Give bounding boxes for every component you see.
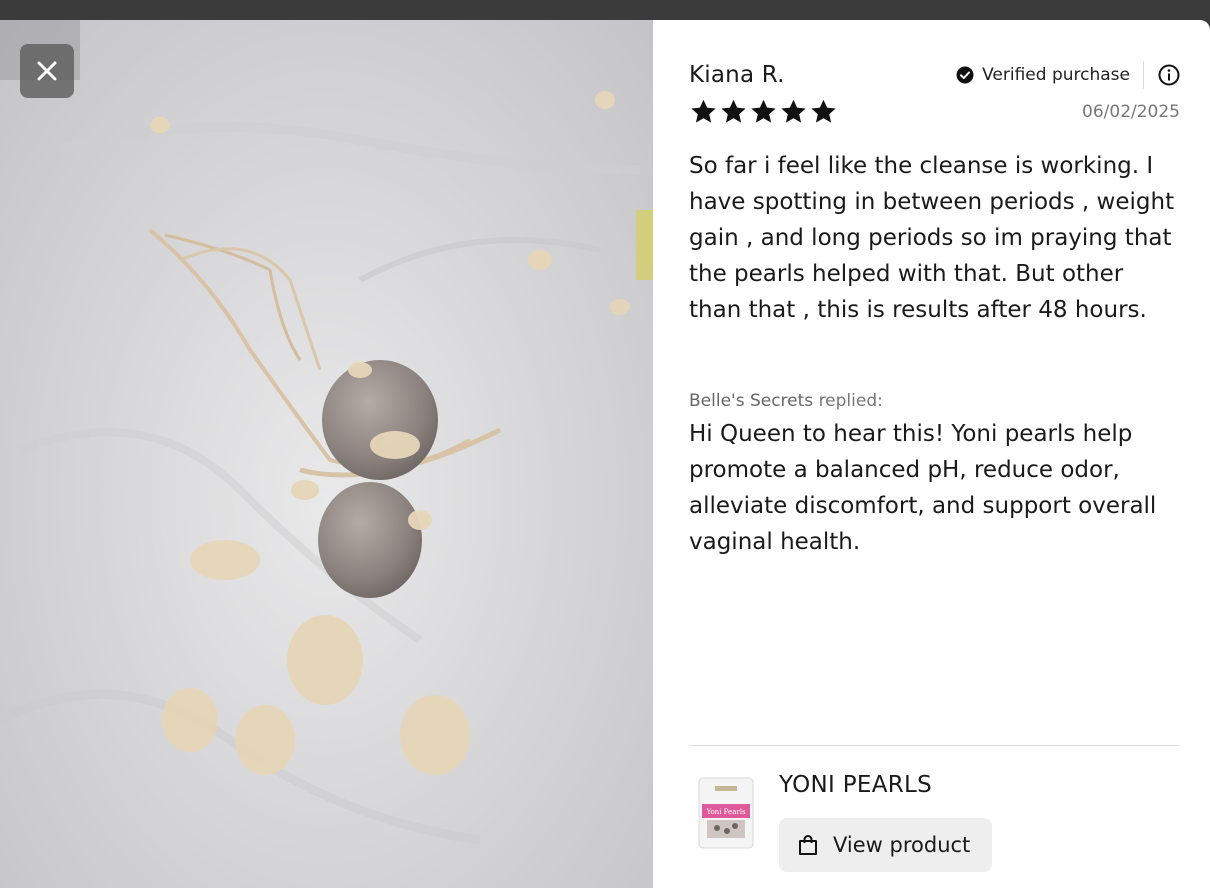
review-header: Kiana R. Verified purchase (689, 58, 1180, 92)
product-name: YONI PEARLS (779, 772, 933, 798)
review-panel: Kiana R. Verified purchase 06/02/2025 So… (653, 20, 1210, 888)
star-icon (781, 99, 806, 123)
review-modal: Kiana R. Verified purchase 06/02/2025 So… (0, 20, 1210, 888)
review-photo-image (0, 20, 653, 845)
review-photo (0, 20, 653, 888)
reviewer-name: Kiana R. (689, 62, 785, 88)
star-icon (721, 99, 746, 123)
product-thumbnail-title: Yoni Pearls (705, 808, 745, 816)
star-icon (811, 99, 836, 123)
view-product-button[interactable]: View product (779, 818, 992, 872)
star-icon (691, 99, 716, 123)
reply-suffix: replied: (818, 391, 883, 411)
star-rating (689, 98, 838, 126)
product-thumbnail[interactable]: Yoni Pearls (689, 776, 761, 852)
close-icon (37, 61, 57, 81)
shopping-bag-icon (799, 835, 817, 855)
verified-badge-group: Verified purchase (956, 61, 1180, 89)
check-circle-icon (956, 66, 974, 84)
close-button[interactable] (20, 44, 74, 98)
view-product-label: View product (833, 833, 971, 857)
star-icon (751, 99, 776, 123)
info-icon[interactable] (1158, 64, 1180, 86)
reply-text: Hi Queen to hear this! Yoni pearls help … (689, 421, 1157, 555)
product-divider (689, 745, 1180, 746)
reply-header: Belle's Secrets replied: (689, 391, 883, 411)
review-text: So far i feel like the cleanse is workin… (689, 153, 1175, 323)
rating-row: 06/02/2025 (689, 96, 1180, 128)
header-divider (1143, 61, 1144, 89)
reply-author: Belle's Secrets (689, 391, 814, 411)
verified-purchase-label: Verified purchase (982, 65, 1130, 85)
review-date: 06/02/2025 (1082, 102, 1180, 122)
